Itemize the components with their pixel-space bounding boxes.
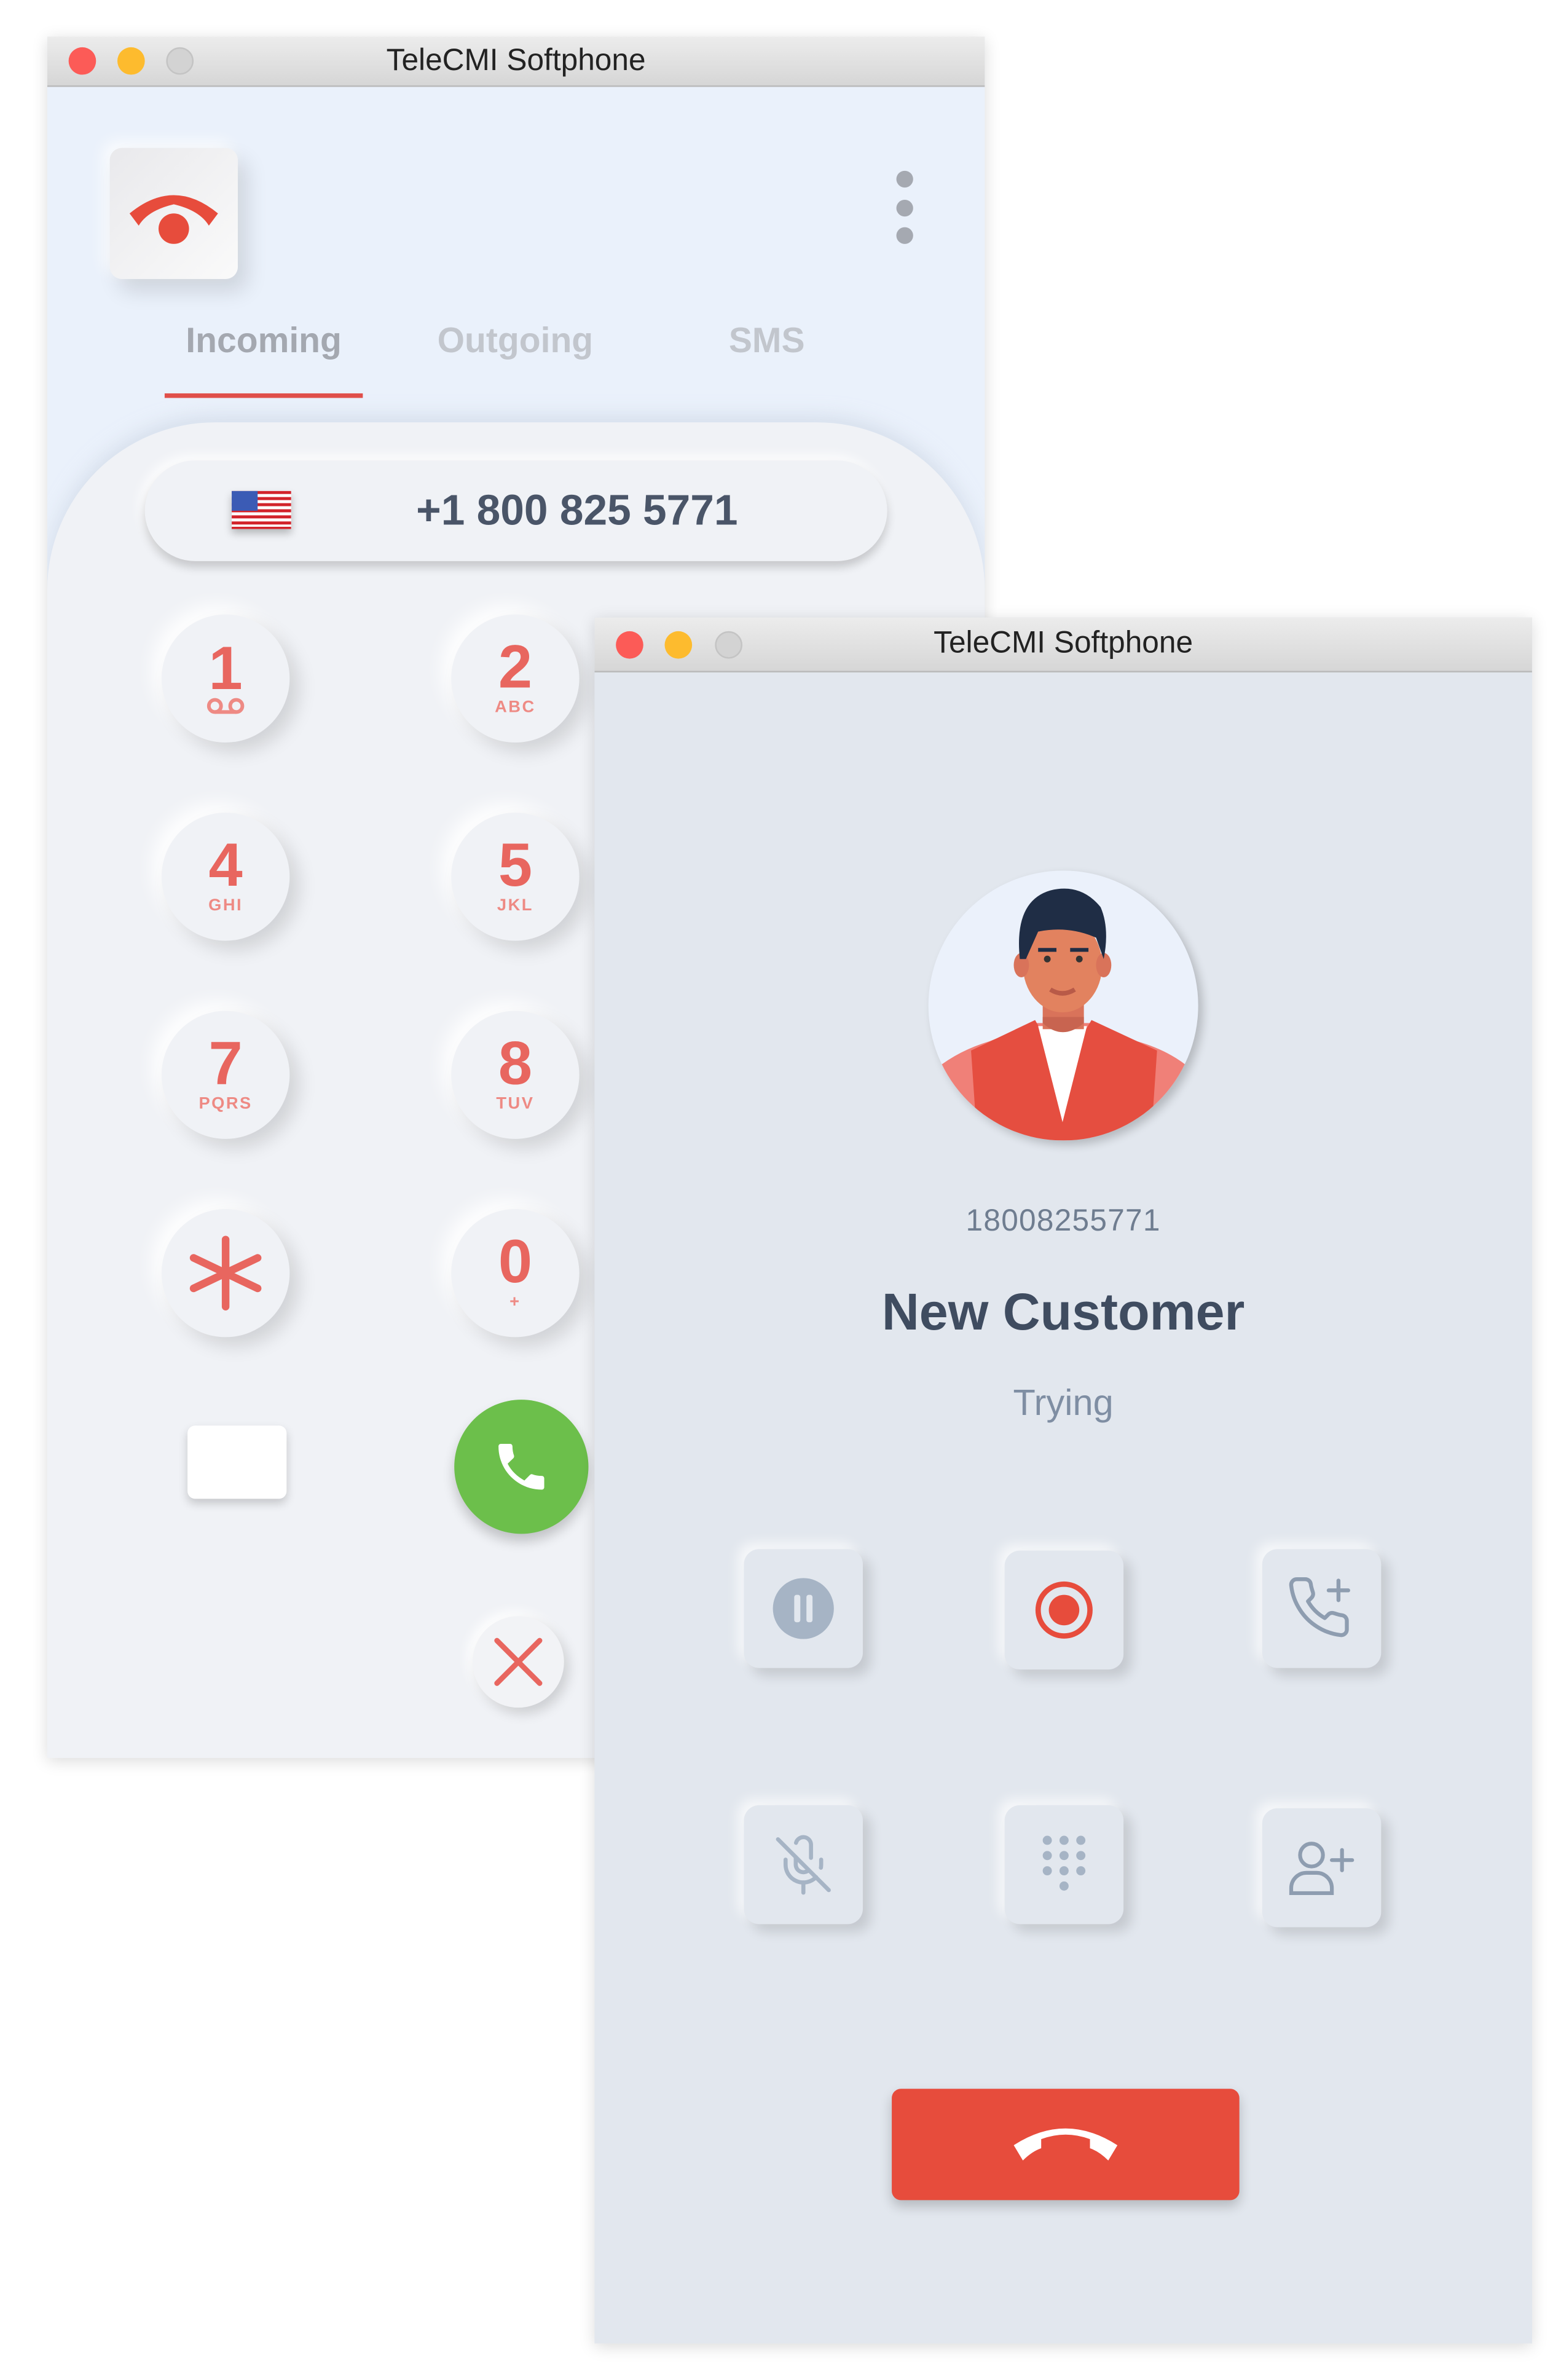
asterisk-icon: [189, 1235, 262, 1310]
tab-outgoing[interactable]: Outgoing: [393, 320, 637, 361]
title-bar[interactable]: TeleCMI Softphone: [594, 617, 1532, 672]
phone-number-input[interactable]: +1 800 825 5771: [144, 460, 887, 561]
phone-number-value: +1 800 825 5771: [416, 486, 738, 534]
add-user-icon: [1289, 1842, 1355, 1896]
avatar: [928, 870, 1198, 1141]
minimize-window-button[interactable]: [664, 630, 693, 658]
dialpad-button[interactable]: [1004, 1805, 1124, 1925]
zoom-window-button[interactable]: [715, 630, 743, 658]
add-user-button[interactable]: [1262, 1808, 1382, 1928]
key-2[interactable]: 2 ABC: [451, 614, 580, 743]
phone-hangup-icon: [1013, 2127, 1118, 2160]
key-8[interactable]: 8 TUV: [451, 1011, 580, 1139]
voicemail-icon: [206, 698, 245, 714]
caller-name: New Customer: [881, 1283, 1245, 1342]
app-logo: [109, 148, 238, 279]
caller-number: 18008255771: [965, 1204, 1161, 1239]
call-window: TeleCMI Softphone 18008255771 New Custom…: [594, 617, 1532, 2344]
hold-button[interactable]: [744, 1549, 863, 1668]
active-tab-indicator: [164, 393, 363, 398]
mute-mic-icon: [776, 1835, 831, 1895]
tab-sms[interactable]: SMS: [645, 320, 889, 361]
call-status: Trying: [1013, 1382, 1114, 1424]
close-window-button[interactable]: [616, 630, 643, 658]
phone-icon: [498, 1444, 545, 1490]
add-call-button[interactable]: [1262, 1549, 1382, 1668]
key-star[interactable]: [161, 1209, 290, 1338]
call-button[interactable]: [454, 1400, 589, 1534]
key-4[interactable]: 4 GHI: [161, 813, 290, 941]
add-call-icon: [1289, 1577, 1350, 1637]
blank-key: [187, 1425, 287, 1499]
close-window-button[interactable]: [68, 47, 96, 75]
record-icon: [1035, 1581, 1093, 1639]
person-avatar-icon: [928, 888, 1198, 1141]
zoom-window-button[interactable]: [166, 47, 194, 75]
dialpad-icon: [1042, 1835, 1086, 1891]
title-bar[interactable]: TeleCMI Softphone: [47, 36, 985, 87]
minimize-window-button[interactable]: [117, 47, 145, 75]
key-1[interactable]: 1: [161, 614, 290, 743]
phone-hangup-icon: [129, 195, 218, 244]
us-flag-icon[interactable]: [232, 491, 291, 529]
record-button[interactable]: [1004, 1550, 1124, 1670]
end-call-button[interactable]: [892, 2089, 1240, 2201]
key-5[interactable]: 5 JKL: [451, 813, 580, 941]
close-icon: [494, 1637, 543, 1686]
pause-icon: [773, 1578, 834, 1639]
window-title: TeleCMI Softphone: [386, 43, 646, 77]
tab-incoming[interactable]: Incoming: [142, 320, 386, 361]
window-title: TeleCMI Softphone: [934, 626, 1193, 661]
kebab-menu-icon: [895, 170, 913, 188]
more-options-menu[interactable]: [892, 170, 916, 244]
mute-button[interactable]: [744, 1805, 863, 1925]
key-0[interactable]: 0 +: [451, 1209, 580, 1338]
key-7[interactable]: 7 PQRS: [161, 1011, 290, 1139]
clear-button[interactable]: [472, 1616, 564, 1708]
